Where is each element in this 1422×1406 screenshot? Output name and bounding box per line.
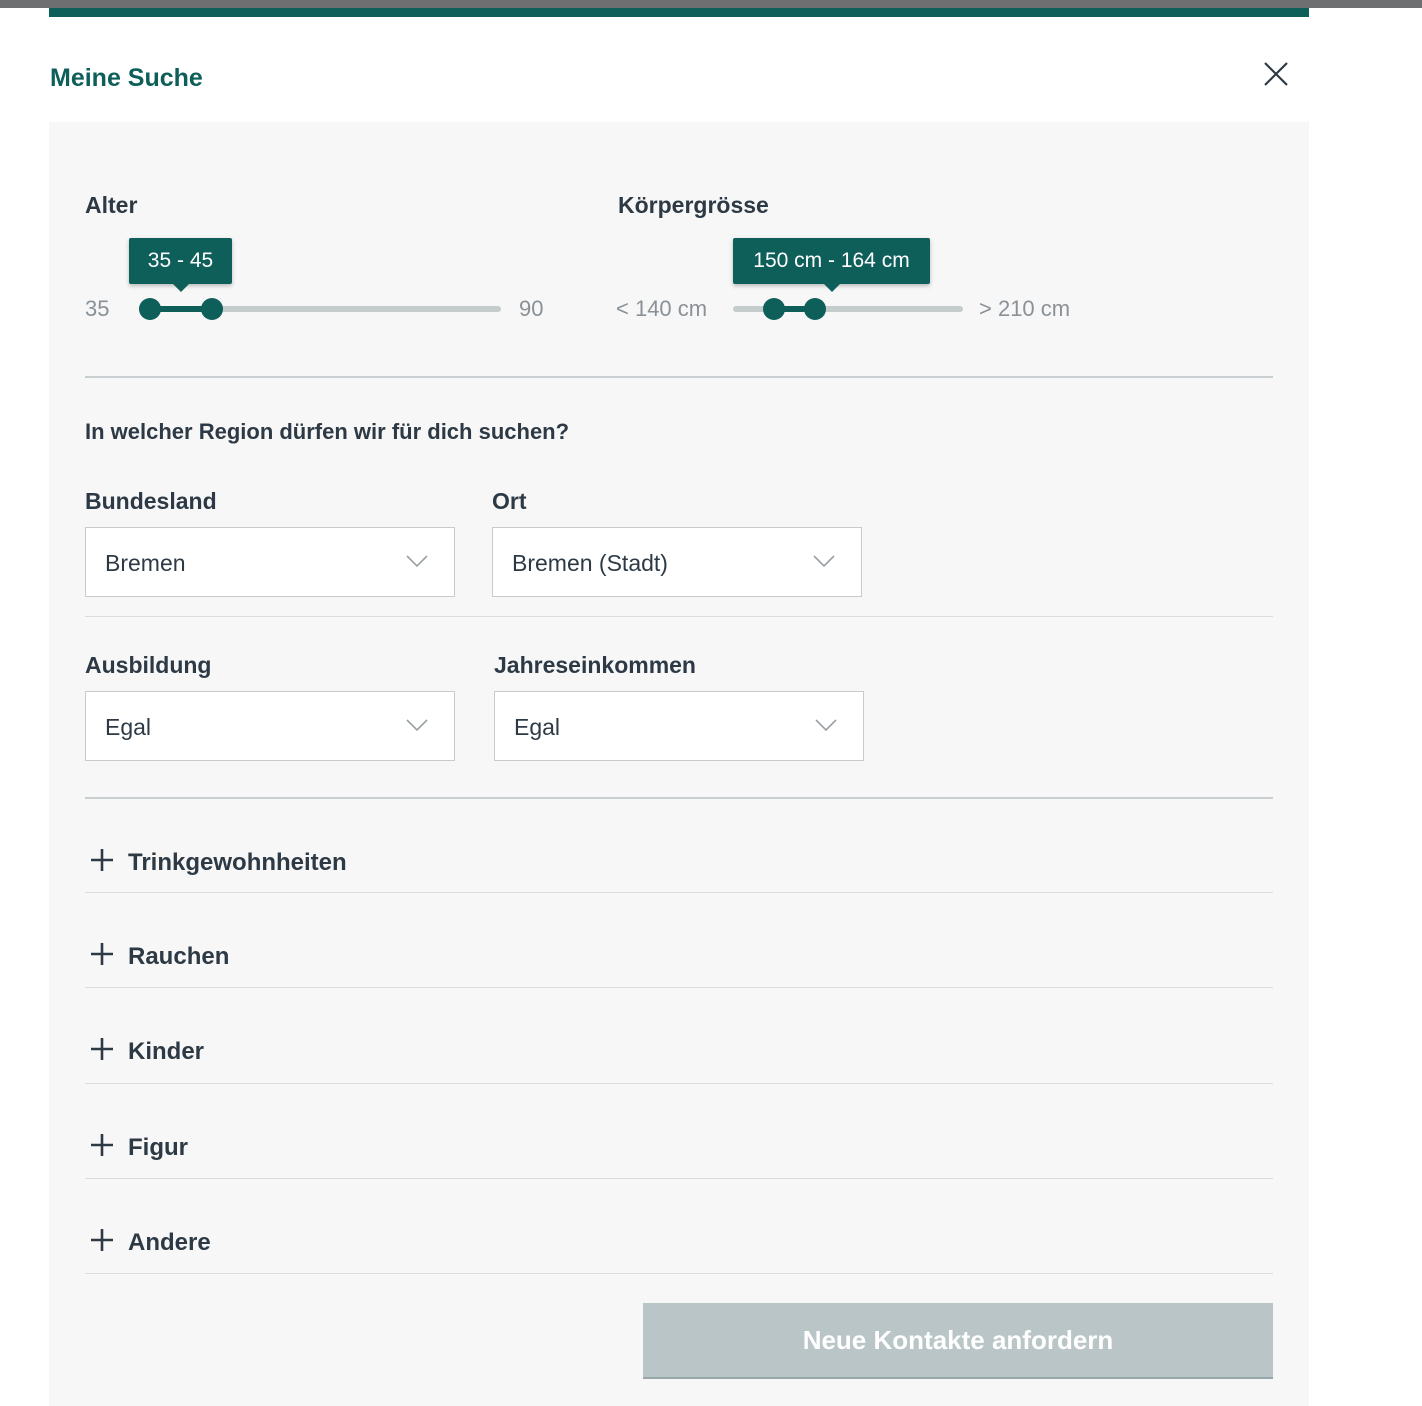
window-top-bar — [0, 0, 1422, 8]
divider — [85, 1178, 1273, 1179]
divider — [85, 797, 1273, 799]
accordion-label: Trinkgewohnheiten — [128, 849, 347, 876]
accordion-rauchen[interactable]: Rauchen — [85, 941, 1273, 1001]
age-slider-min-handle[interactable] — [139, 298, 161, 320]
income-select-value: Egal — [514, 714, 561, 740]
close-button[interactable] — [1258, 56, 1294, 92]
plus-icon — [91, 849, 113, 871]
age-max-label: 90 — [519, 296, 544, 321]
divider — [85, 987, 1273, 988]
education-select-value: Egal — [105, 714, 152, 740]
chevron-down-icon — [815, 719, 837, 732]
plus-icon — [91, 1038, 113, 1060]
height-min-label: < 140 cm — [616, 296, 708, 321]
accordion-kinder[interactable]: Kinder — [85, 1036, 1273, 1096]
accordion-trinkgewohnheiten[interactable]: Trinkgewohnheiten — [85, 847, 1273, 907]
age-min-label: 35 — [85, 296, 110, 321]
accordion-label: Kinder — [128, 1038, 205, 1065]
plus-icon — [91, 1134, 113, 1156]
ort-select[interactable]: Bremen (Stadt) — [492, 527, 862, 597]
age-value-tooltip: 35 - 45 — [129, 238, 232, 292]
divider — [85, 1083, 1273, 1084]
divider — [85, 376, 1273, 378]
education-label: Ausbildung — [85, 652, 212, 678]
plus-icon — [91, 1229, 113, 1251]
age-label: Alter — [85, 192, 138, 218]
height-label: Körpergrösse — [618, 192, 769, 218]
accordion-andere[interactable]: Andere — [85, 1227, 1273, 1287]
bundesland-label: Bundesland — [85, 488, 217, 514]
age-slider[interactable] — [139, 298, 501, 320]
height-value-tooltip: 150 cm - 164 cm — [733, 238, 930, 292]
close-icon — [1264, 62, 1288, 86]
divider — [85, 1273, 1273, 1274]
age-slider-max-handle[interactable] — [200, 298, 223, 320]
income-select[interactable]: Egal — [494, 691, 864, 761]
chevron-down-icon — [406, 555, 428, 568]
divider — [85, 616, 1273, 617]
height-slider[interactable] — [733, 298, 963, 320]
ort-select-value: Bremen (Stadt) — [512, 550, 668, 576]
submit-button[interactable]: Neue Kontakte anfordern — [643, 1303, 1273, 1379]
region-question: In welcher Region dürfen wir für dich su… — [85, 419, 570, 444]
ort-label: Ort — [492, 488, 527, 514]
search-panel: Alter 35 - 45 35 90 Körpergrösse 150 cm … — [49, 122, 1309, 1406]
education-select[interactable]: Egal — [85, 691, 455, 761]
accordion-label: Rauchen — [128, 943, 230, 970]
chevron-down-icon — [406, 719, 428, 732]
chevron-down-icon — [813, 555, 835, 568]
income-label: Jahreseinkommen — [494, 652, 696, 678]
height-slider-min-handle[interactable] — [762, 298, 785, 320]
divider — [85, 892, 1273, 893]
accordion-label: Figur — [128, 1134, 188, 1161]
modal-accent-bar — [49, 8, 1309, 17]
plus-icon — [91, 943, 113, 965]
modal-title: Meine Suche — [50, 64, 203, 92]
accordion-label: Andere — [128, 1229, 211, 1256]
bundesland-select-value: Bremen — [105, 550, 186, 576]
bundesland-select[interactable]: Bremen — [85, 527, 455, 597]
height-slider-max-handle[interactable] — [804, 298, 827, 320]
height-max-label: > 210 cm — [979, 296, 1071, 321]
accordion-figur[interactable]: Figur — [85, 1132, 1273, 1192]
